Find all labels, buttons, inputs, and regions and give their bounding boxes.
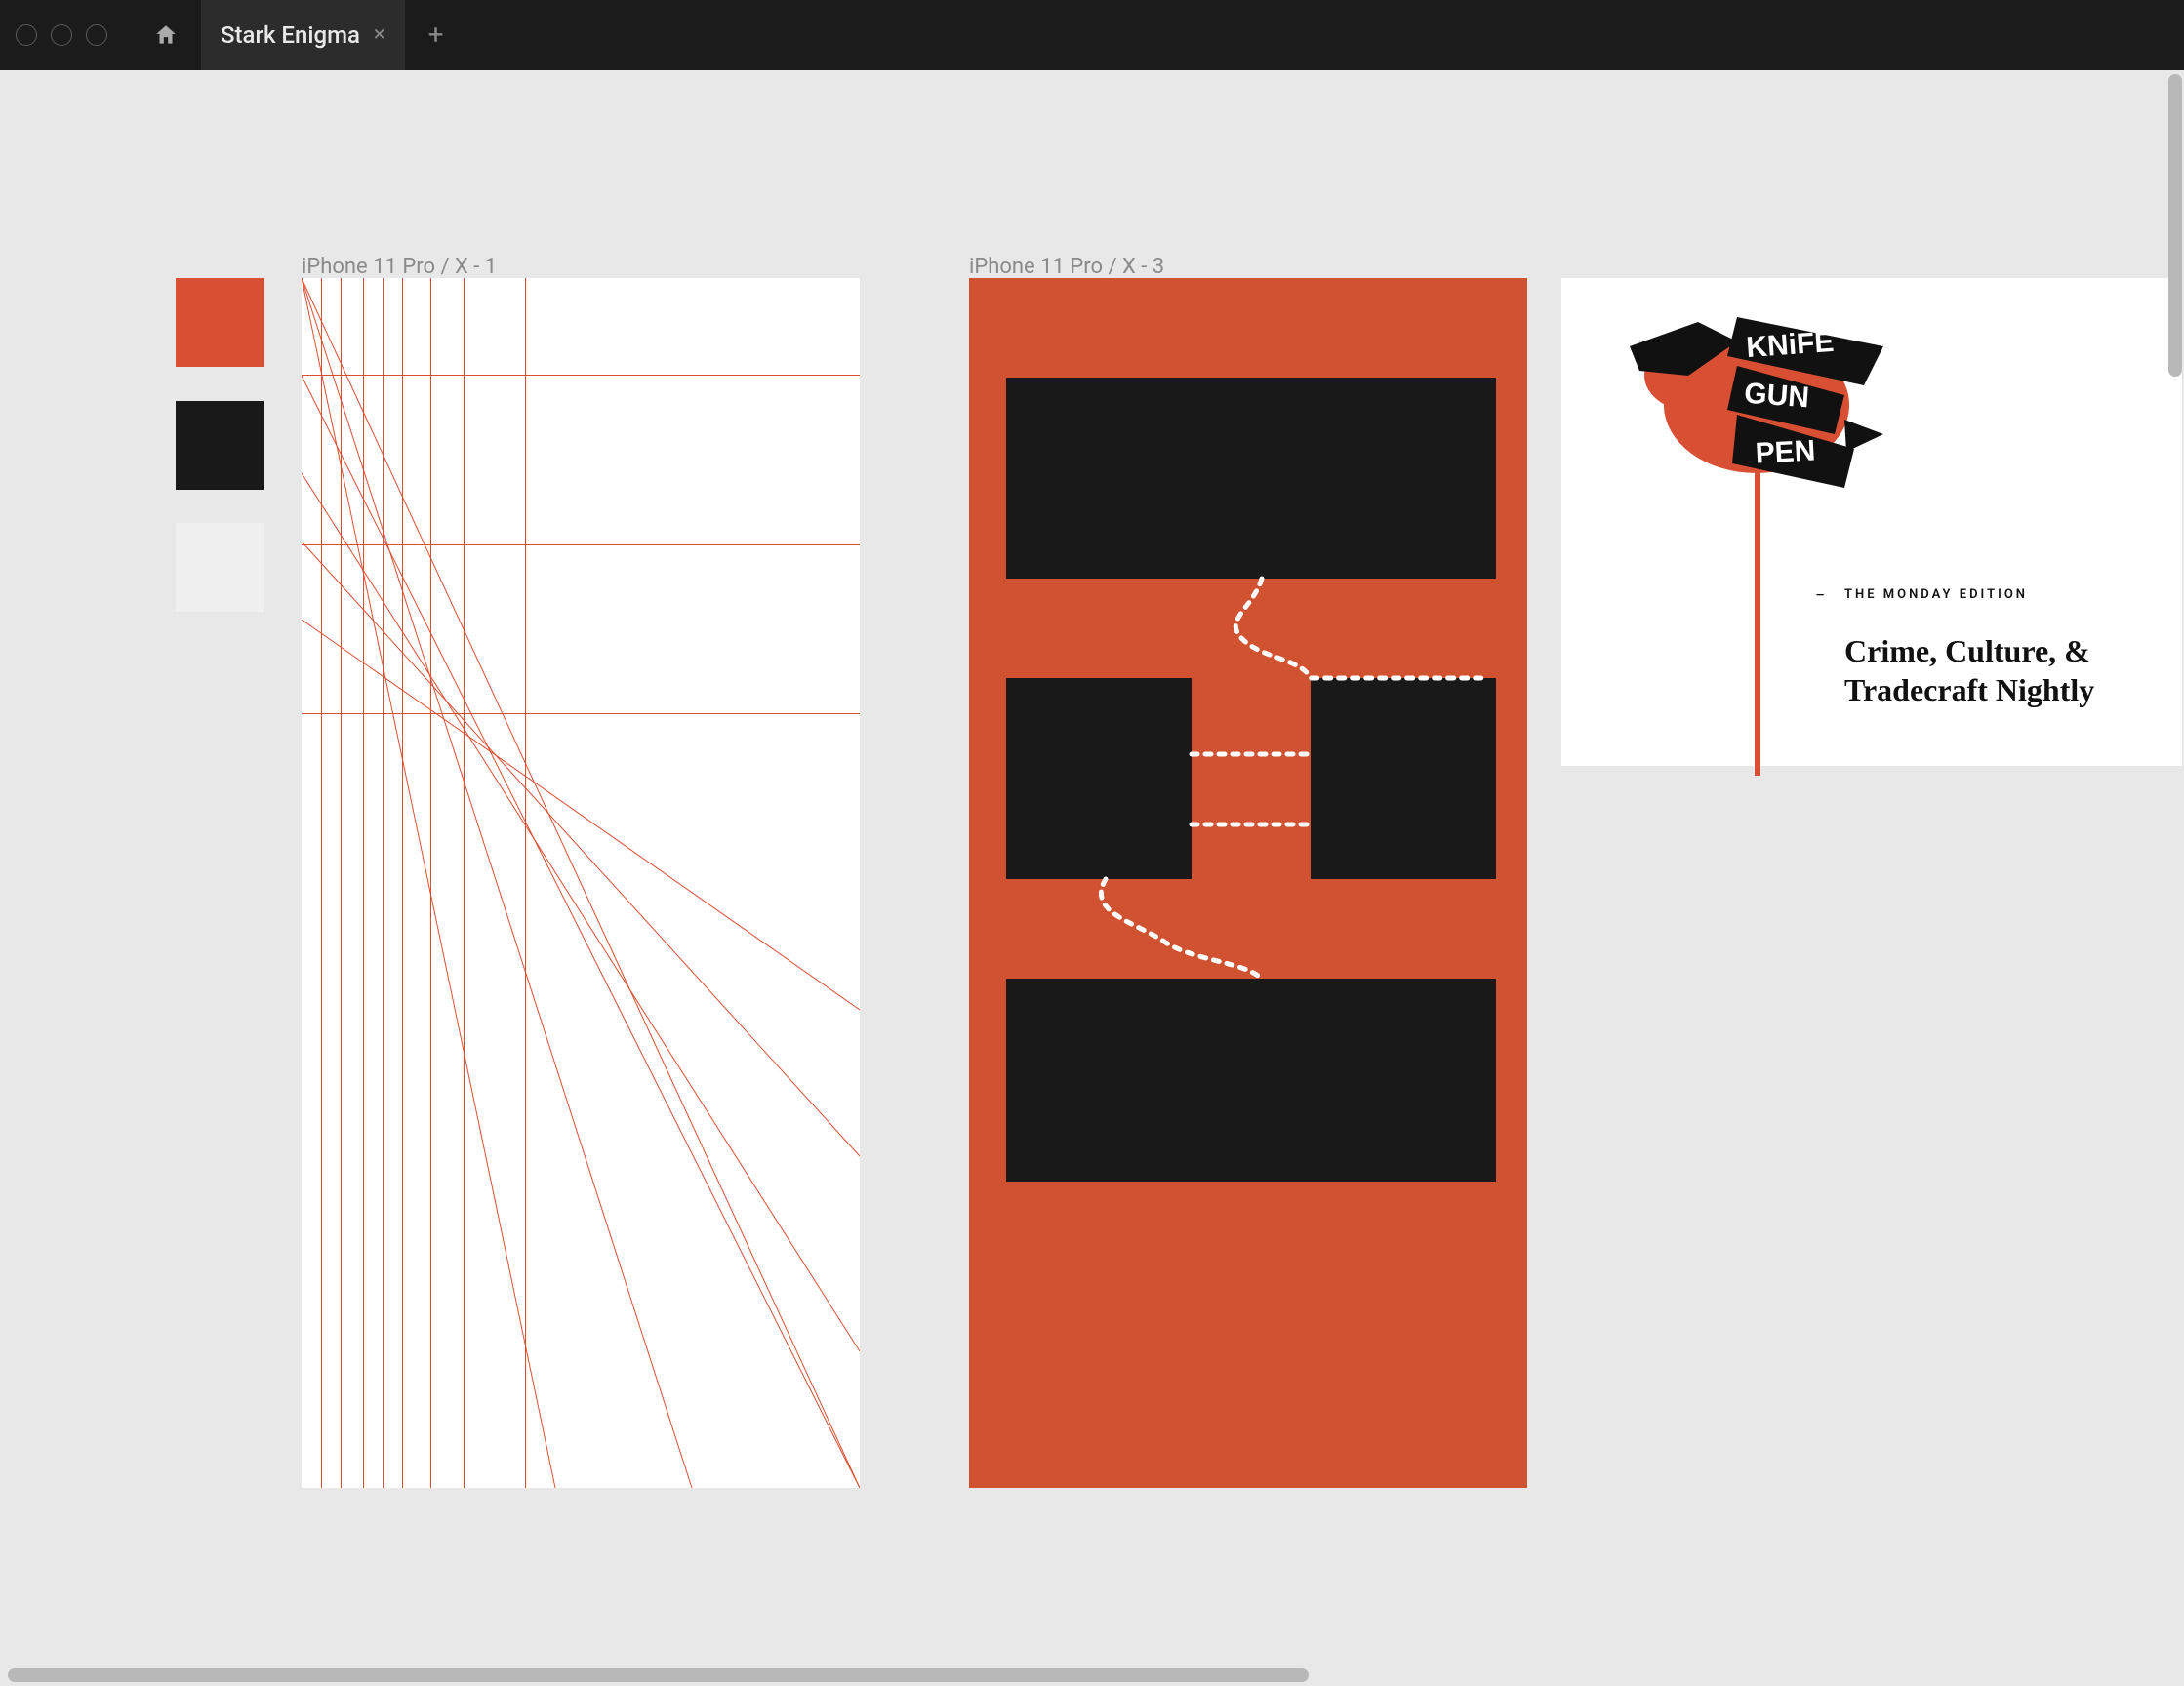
connector-top [969,278,1527,1488]
vertical-scrollbar[interactable] [2168,74,2182,377]
horizontal-scrollbar-thumb[interactable] [8,1668,1309,1682]
window-controls [16,24,107,46]
logo-word-3: PEN [1755,434,1816,469]
home-button[interactable] [146,16,185,55]
color-swatch-accent[interactable] [176,278,264,367]
close-tab-button[interactable]: × [374,24,385,46]
maximize-window-button[interactable] [86,24,107,46]
artboard-1[interactable] [302,278,860,1488]
color-swatch-light[interactable] [176,523,264,612]
artboard-2[interactable] [969,278,1527,1488]
frame-label-2[interactable]: iPhone 11 Pro / X - 3 [969,255,1164,279]
tab-title: Stark Enigma [221,21,360,49]
logo-word-1: KNiFE [1745,326,1835,364]
dash-icon: − [1815,585,1825,606]
horizontal-scrollbar-track[interactable] [0,1665,2184,1686]
canvas[interactable]: iPhone 11 Pro / X - 1 [0,70,2184,1665]
new-tab-button[interactable]: + [428,21,444,49]
canvas-viewport[interactable]: iPhone 11 Pro / X - 1 [0,70,2184,1665]
logo-word-2: GUN [1743,378,1810,415]
headline-line-2: Tradecraft Nightly [1844,672,2094,707]
color-swatch-dark[interactable] [176,401,264,490]
headline-line-1: Crime, Culture, & [1844,633,2090,668]
home-icon [153,22,179,48]
edition-label: THE MONDAY EDITION [1844,587,2028,602]
close-window-button[interactable] [16,24,37,46]
grid-diagonals [302,278,860,1488]
frame-label-1[interactable]: iPhone 11 Pro / X - 1 [302,255,497,279]
headline: Crime, Culture, & Tradecraft Nightly [1844,631,2094,709]
titlebar: Stark Enigma × + [0,0,2184,70]
minimize-window-button[interactable] [51,24,72,46]
tab-active[interactable]: Stark Enigma × [201,0,405,70]
artboard-3-logo-card[interactable]: KNiFE GUN PEN − THE MONDAY EDITION Crime… [1561,278,2182,766]
